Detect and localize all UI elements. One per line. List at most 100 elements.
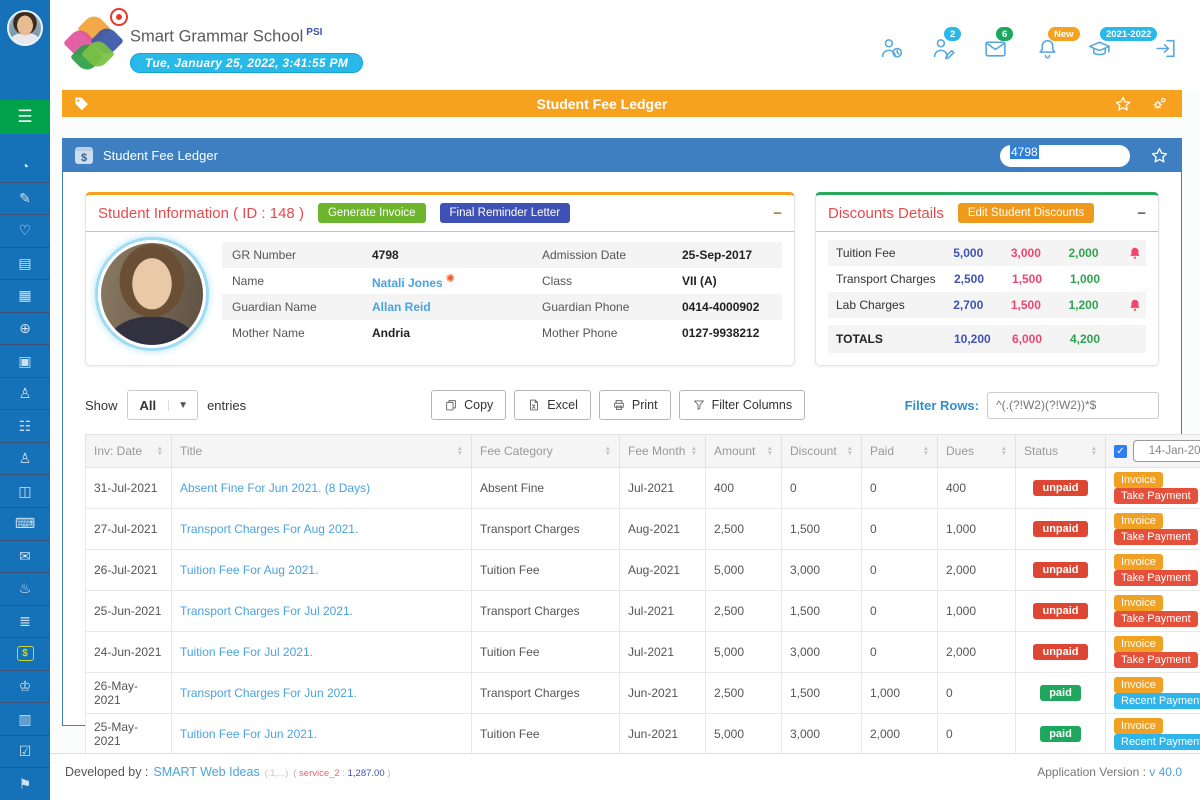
reminder-bell-icon[interactable] [1126, 246, 1144, 260]
take-payment-button[interactable]: Take Payment [1114, 611, 1198, 627]
date-filter-input[interactable] [1133, 440, 1200, 462]
sidebar-item-fee-ledger[interactable]: $ [0, 637, 50, 670]
collapse-minus-icon[interactable]: − [1137, 206, 1146, 221]
final-reminder-button[interactable]: Final Reminder Letter [440, 203, 571, 223]
fee-title-link[interactable]: Tuition Fee For Aug 2021. [180, 563, 318, 577]
developer-link[interactable]: SMART Web Ideas [153, 765, 259, 779]
date-filter-checkbox[interactable]: ✓ [1114, 445, 1127, 458]
edit-discounts-button[interactable]: Edit Student Discounts [958, 203, 1094, 223]
recent-payment-button[interactable]: Recent Payment [1114, 734, 1200, 750]
generate-invoice-button[interactable]: Generate Invoice [318, 203, 426, 223]
cell-amount: 2,500 [706, 509, 782, 550]
cell-date: 25-May-2021 [86, 714, 172, 755]
cell-status: paid [1016, 673, 1106, 714]
column-header[interactable]: Fee Category▲▼ [472, 435, 620, 468]
messages-icon[interactable]: 6 [983, 36, 1008, 61]
sort-icon: ▲▼ [1091, 446, 1097, 456]
sidebar-item-mail-info[interactable]: ✉ [0, 540, 50, 573]
menu-toggle-button[interactable]: ☰ [0, 100, 50, 134]
sidebar-item-certificates[interactable]: ▥ [0, 702, 50, 735]
fee-amount: 2,500 [954, 272, 1012, 286]
sidebar-item-inventory[interactable]: ▣ [0, 344, 50, 377]
version-value: v 40.0 [1149, 765, 1182, 779]
sidebar-item-tasks[interactable]: ☑ [0, 735, 50, 768]
take-payment-button[interactable]: Take Payment [1114, 488, 1198, 504]
column-header[interactable]: Inv: Date▲▼ [86, 435, 172, 468]
sidebar-item-attendance[interactable]: ☷ [0, 409, 50, 442]
field-value[interactable]: Natali Jones✺ [372, 272, 542, 290]
cell-date: 31-Jul-2021 [86, 468, 172, 509]
print-button[interactable]: Print [599, 390, 671, 420]
cell-discount: 3,000 [782, 550, 862, 591]
page-title: Student Fee Ledger [90, 96, 1114, 112]
field-value[interactable]: Allan Reid [372, 300, 542, 314]
filter-columns-button[interactable]: Filter Columns [679, 390, 806, 420]
cell-paid: 0 [862, 632, 938, 673]
invoice-button[interactable]: Invoice [1114, 718, 1163, 734]
cell-paid: 2,000 [862, 714, 938, 755]
cell-title: Tuition Fee For Aug 2021. [172, 550, 472, 591]
user-avatar[interactable] [7, 10, 43, 46]
sidebar-item-students[interactable]: ♙ [0, 377, 50, 410]
sun-gear-icon[interactable]: ✺ [446, 273, 455, 285]
column-header[interactable]: Fee Month▲▼ [620, 435, 706, 468]
academic-year-icon[interactable]: 2021-2022 [1087, 36, 1112, 61]
funnel-icon [692, 398, 706, 412]
filter-rows-input[interactable] [987, 392, 1159, 419]
fee-title-link[interactable]: Transport Charges For Jun 2021. [180, 686, 357, 700]
sidebar-item-library[interactable]: ≣ [0, 605, 50, 638]
cell-amount: 2,500 [706, 673, 782, 714]
sidebar-item-dashboard[interactable]: ◔ [0, 150, 50, 182]
sidebar-item-website[interactable]: ⊕ [0, 312, 50, 345]
invoice-button[interactable]: Invoice [1114, 513, 1163, 529]
sidebar-item-gallery[interactable]: ◫ [0, 474, 50, 507]
copy-button[interactable]: Copy [431, 390, 506, 420]
invoice-button[interactable]: Invoice [1114, 595, 1163, 611]
take-payment-button[interactable]: Take Payment [1114, 529, 1198, 545]
reminder-bell-icon[interactable] [1126, 298, 1144, 312]
column-header[interactable]: Discount▲▼ [782, 435, 862, 468]
sidebar-item-id-cards[interactable]: ▦ [0, 279, 50, 312]
page-footer: Developed by : SMART Web Ideas (:1,...) … [50, 753, 1200, 800]
entries-select[interactable]: All ▼ [127, 390, 199, 420]
take-payment-button[interactable]: Take Payment [1114, 570, 1198, 586]
sidebar-item-courses[interactable]: ⚑ [0, 767, 50, 800]
column-header[interactable]: Amount▲▼ [706, 435, 782, 468]
invoice-button[interactable]: Invoice [1114, 472, 1163, 488]
invoice-button[interactable]: Invoice [1114, 554, 1163, 570]
student-info-card: Student Information ( ID : 148 ) Generat… [85, 192, 795, 366]
column-header[interactable]: Dues▲▼ [938, 435, 1016, 468]
sidebar-item-alumni[interactable]: ♔ [0, 670, 50, 703]
fee-title-link[interactable]: Tuition Fee For Jun 2021. [180, 727, 317, 741]
id-cards-icon: ▦ [18, 287, 31, 304]
sidebar-item-birthdays[interactable]: ♨ [0, 572, 50, 605]
fee-title-link[interactable]: Absent Fine For Jun 2021. (8 Days) [180, 481, 370, 495]
fee-title-link[interactable]: Tuition Fee For Jul 2021. [180, 645, 313, 659]
sidebar-item-staff[interactable]: ♙ [0, 442, 50, 475]
column-header[interactable]: Status▲▼ [1016, 435, 1106, 468]
sidebar-item-student-health[interactable]: ♡ [0, 214, 50, 247]
sidebar-item-student-admission[interactable]: ✎ [0, 182, 50, 215]
fee-title-link[interactable]: Transport Charges For Jul 2021. [180, 604, 353, 618]
fee-amount: 5,000 [953, 246, 1011, 260]
logout-icon[interactable] [1153, 36, 1178, 61]
invoice-button[interactable]: Invoice [1114, 636, 1163, 652]
settings-gears-icon[interactable] [1150, 95, 1168, 113]
notifications-icon[interactable]: New [1035, 36, 1060, 61]
cell-actions: InvoiceRecent Payment [1106, 673, 1200, 714]
sidebar-item-fee-collection[interactable]: ▤ [0, 247, 50, 280]
recent-payment-button[interactable]: Recent Payment [1114, 693, 1200, 709]
column-header[interactable]: Title▲▼ [172, 435, 472, 468]
favorite-star-icon[interactable] [1114, 95, 1132, 113]
excel-button[interactable]: Excel [514, 390, 591, 420]
search-input[interactable]: 4798 [1000, 145, 1130, 167]
invoice-button[interactable]: Invoice [1114, 677, 1163, 693]
panel-star-icon[interactable] [1150, 146, 1169, 165]
column-header[interactable]: Paid▲▼ [862, 435, 938, 468]
fee-title-link[interactable]: Transport Charges For Aug 2021. [180, 522, 358, 536]
user-session-icon[interactable] [879, 36, 904, 61]
take-payment-button[interactable]: Take Payment [1114, 652, 1198, 668]
user-edit-icon[interactable]: 2 [931, 36, 956, 61]
collapse-minus-icon[interactable]: − [773, 206, 782, 221]
sidebar-item-computer-lab[interactable]: ⌨ [0, 507, 50, 540]
